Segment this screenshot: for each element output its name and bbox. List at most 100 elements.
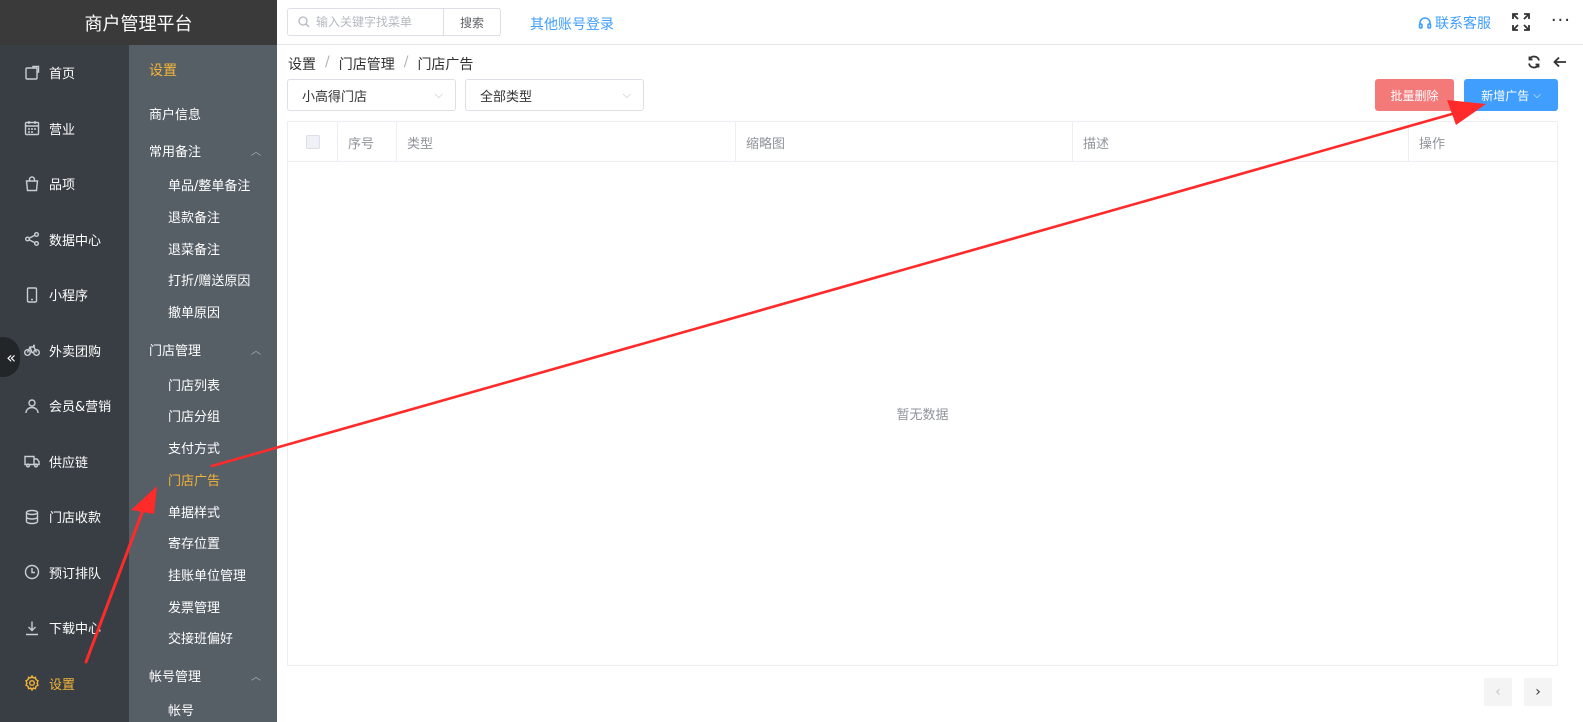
nav-item-products[interactable]: 品项 <box>0 156 129 212</box>
sub-nav-item[interactable]: 撤单原因 <box>129 296 277 328</box>
nav-item-business[interactable]: 营业 <box>0 101 129 157</box>
clock-icon <box>24 564 40 580</box>
breadcrumb-separator: / <box>325 54 330 70</box>
nav-item-downloads[interactable]: 下载中心 <box>0 600 129 656</box>
contact-support-label: 联系客服 <box>1435 16 1491 32</box>
sub-nav-item[interactable]: 打折/赠送原因 <box>129 264 277 296</box>
search-icon <box>298 16 310 28</box>
sub-nav-group-account-mgmt[interactable]: 帐号管理 ︿ <box>129 657 277 694</box>
ads-table: 序号 类型 缩略图 描述 操作 暂无数据 <box>287 121 1558 666</box>
sub-nav-item[interactable]: 挂账单位管理 <box>129 559 277 591</box>
nav-label: 设置 <box>49 677 76 693</box>
store-select-value: 小高得门店 <box>302 89 368 105</box>
sub-nav-item[interactable]: 寄存位置 <box>129 527 277 559</box>
calendar-icon <box>24 120 40 136</box>
add-ad-button[interactable]: 新增广告 ⌵ <box>1464 79 1558 111</box>
nav-item-data-center[interactable]: 数据中心 <box>0 212 129 268</box>
nav-label: 小程序 <box>49 289 89 305</box>
sub-nav-item[interactable]: 单品/整单备注 <box>129 169 277 201</box>
type-select[interactable]: 全部类型 ⌵ <box>465 79 644 111</box>
nav-label: 品项 <box>49 178 76 194</box>
database-icon <box>24 509 40 525</box>
nav-item-miniprogram[interactable]: 小程序 <box>0 267 129 323</box>
nav-label: 门店收款 <box>49 511 102 527</box>
bicycle-icon <box>24 342 40 358</box>
nav-item-supply-chain[interactable]: 供应链 <box>0 434 129 490</box>
next-page-button[interactable]: › <box>1524 678 1552 706</box>
column-header: 描述 <box>1073 122 1409 162</box>
column-header: 操作 <box>1419 136 1446 152</box>
other-account-login-link[interactable]: 其他账号登录 <box>530 14 614 34</box>
select-all-checkbox[interactable] <box>305 135 320 149</box>
refresh-icon[interactable] <box>1527 55 1541 69</box>
sub-nav-item[interactable]: 退款备注 <box>129 201 277 233</box>
sub-nav-item[interactable]: 门店列表 <box>129 368 277 400</box>
breadcrumb-separator: / <box>403 54 409 70</box>
batch-delete-button[interactable]: 批量删除 <box>1375 79 1454 111</box>
prev-page-button[interactable]: ‹ <box>1484 678 1512 706</box>
nav-item-member[interactable]: 会员&营销 <box>0 378 129 434</box>
nav-item-settings[interactable]: 设置 <box>0 656 129 712</box>
sub-nav-item[interactable]: 单据样式 <box>129 495 277 527</box>
sub-nav-item-active[interactable]: 门店广告 <box>129 464 277 496</box>
sub-nav-item[interactable]: 发票管理 <box>129 590 277 622</box>
bag-icon <box>24 176 40 192</box>
nav-item-home[interactable]: 首页 <box>0 45 129 101</box>
sub-nav-group-common-notes[interactable]: 常用备注 ︿ <box>129 132 277 169</box>
nav-item-store-payment[interactable]: 门店收款 <box>0 489 129 545</box>
sub-nav-title: 设置 <box>149 63 177 79</box>
gear-icon <box>24 675 40 692</box>
nav-label: 外卖团购 <box>49 344 102 360</box>
sub-nav-merchant-info[interactable]: 商户信息 <box>129 95 277 132</box>
empty-state-text: 暂无数据 <box>896 408 949 423</box>
sub-nav-item[interactable]: 支付方式 <box>129 432 277 464</box>
app-root: 商户管理平台 首页 营业 品项 数据中心 小程序 外卖团购 会员&营销 供应链 … <box>0 0 1583 722</box>
back-arrow-icon[interactable] <box>1553 55 1567 69</box>
download-icon <box>24 620 40 636</box>
nav-label: 下载中心 <box>49 622 102 638</box>
breadcrumb-item[interactable]: 门店管理 <box>339 54 395 74</box>
main-nav: 首页 营业 品项 数据中心 小程序 外卖团购 会员&营销 供应链 门店收款 预订… <box>0 45 129 722</box>
breadcrumb-tools <box>1527 55 1567 69</box>
sub-nav-label: 商户信息 <box>149 108 202 123</box>
search-button[interactable]: 搜索 <box>443 8 501 36</box>
headset-icon <box>1418 17 1432 29</box>
fullscreen-icon[interactable] <box>1511 12 1531 32</box>
chevron-down-icon: ⌵ <box>1533 89 1541 101</box>
column-header: 缩略图 <box>736 122 1073 162</box>
sub-nav-item[interactable]: 门店分组 <box>129 400 277 432</box>
breadcrumb-item-current: 门店广告 <box>417 57 474 73</box>
breadcrumb: 设置 / 门店管理 / 门店广告 <box>288 54 473 74</box>
chevron-up-icon: ︿ <box>251 671 261 683</box>
sub-nav-group-label: 帐号管理 <box>149 669 202 685</box>
sub-nav-group-store-mgmt[interactable]: 门店管理 ︿ <box>129 331 277 368</box>
add-ad-label: 新增广告 <box>1481 88 1530 103</box>
nav-item-reservation[interactable]: 预订排队 <box>0 545 129 601</box>
sub-nav: 设置 商户信息 常用备注 ︿ 单品/整单备注 退款备注 退菜备注 打折/赠送原因… <box>129 45 277 722</box>
chevron-down-icon: ⌵ <box>622 88 631 101</box>
share-icon <box>24 231 40 247</box>
sub-nav-group-label: 门店管理 <box>149 344 202 360</box>
mobile-icon <box>24 287 40 303</box>
user-icon <box>24 398 40 414</box>
contact-support-link[interactable]: 联系客服 <box>1418 13 1491 33</box>
app-title: 商户管理平台 <box>0 0 277 45</box>
more-icon[interactable]: ··· <box>1551 10 1571 31</box>
nav-label: 首页 <box>49 67 76 83</box>
type-select-value: 全部类型 <box>480 89 533 105</box>
store-select[interactable]: 小高得门店 ⌵ <box>287 79 456 111</box>
breadcrumb-item[interactable]: 设置 <box>288 54 316 74</box>
column-header: 类型 <box>397 122 736 162</box>
nav-label: 会员&营销 <box>49 400 112 416</box>
top-bar: 搜索 其他账号登录 联系客服 ··· <box>277 0 1583 45</box>
truck-icon <box>24 453 40 469</box>
column-header: 序号 <box>338 122 397 162</box>
home-icon <box>24 65 40 81</box>
nav-label: 数据中心 <box>49 233 102 249</box>
chevron-down-icon: ⌵ <box>434 88 443 101</box>
sub-nav-group-label: 常用备注 <box>149 145 202 160</box>
sub-nav-item[interactable]: 退菜备注 <box>129 232 277 264</box>
sub-nav-item[interactable]: 帐号 <box>129 694 277 722</box>
sub-nav-item[interactable]: 交接班偏好 <box>129 622 277 654</box>
select-all-cell <box>288 122 338 162</box>
